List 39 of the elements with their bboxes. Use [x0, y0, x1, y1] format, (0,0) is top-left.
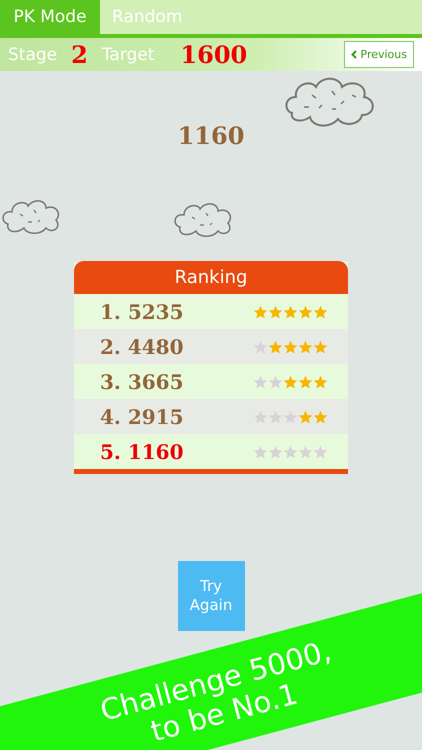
star-icon — [313, 340, 328, 354]
stage-number: 2 — [71, 40, 88, 69]
star-icon — [268, 374, 283, 388]
star-icon — [268, 304, 283, 318]
star-icon — [298, 410, 313, 424]
ranking-entry: 3. 3665 — [100, 370, 184, 394]
target-score: 1600 — [180, 40, 248, 69]
ranking-entry: 4. 2915 — [100, 404, 184, 428]
mode-tab[interactable]: PK Mode — [0, 0, 100, 34]
star-icon — [268, 444, 283, 458]
ranking-entry: 1. 5235 — [100, 300, 184, 324]
stage-label: Stage — [8, 44, 58, 64]
target-label: Target — [102, 44, 154, 64]
star-icon — [313, 444, 328, 458]
star-icon — [313, 374, 328, 388]
star-icon — [298, 340, 313, 354]
chevron-left-icon — [350, 50, 356, 59]
star-icon — [298, 304, 313, 318]
star-icon — [253, 374, 268, 388]
score: 1160 — [178, 121, 244, 150]
ranking-title: Ranking — [74, 261, 348, 294]
previous-button[interactable]: Previous — [344, 41, 414, 68]
ranking-entry: 2. 4480 — [100, 334, 184, 358]
star-icon — [253, 444, 268, 458]
star-icon — [283, 410, 298, 424]
star-icon — [313, 304, 328, 318]
star-icon — [298, 374, 313, 388]
ranking-entry: 5. 1160 — [100, 440, 184, 464]
star-icon — [283, 304, 298, 318]
mode-tab[interactable]: Random — [100, 0, 194, 34]
star-icon — [313, 410, 328, 424]
star-icon — [283, 340, 298, 354]
star-icon — [253, 304, 268, 318]
star-icon — [298, 444, 313, 458]
star-icon — [268, 340, 283, 354]
star-icon — [283, 374, 298, 388]
try-again-button[interactable]: Try Again — [178, 561, 244, 631]
star-icon — [253, 340, 268, 354]
star-icon — [283, 444, 298, 458]
